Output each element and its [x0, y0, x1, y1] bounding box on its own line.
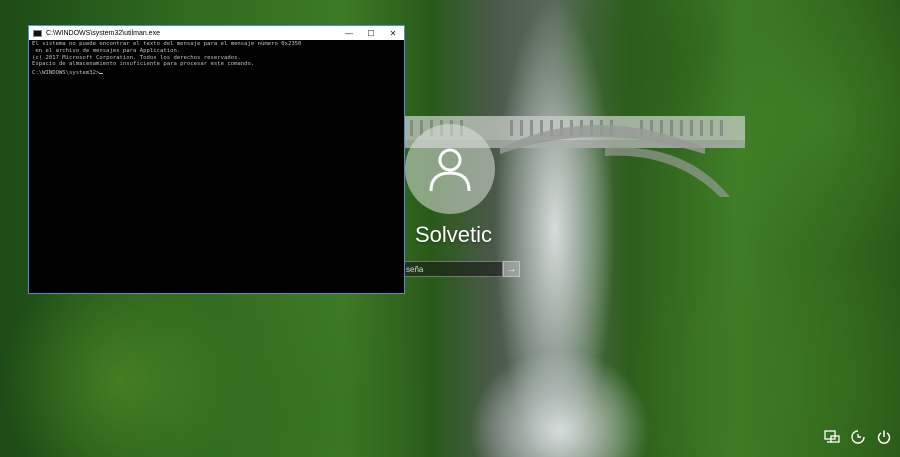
- minimize-button[interactable]: —: [338, 26, 360, 40]
- cmd-icon: [33, 29, 42, 37]
- lock-screen-system-icons: [824, 429, 892, 445]
- console-line: en el archivo de mensajes para Applicati…: [32, 47, 181, 54]
- maximize-button[interactable]: ☐: [360, 26, 382, 40]
- command-prompt-window[interactable]: C:\WINDOWS\system32\utilman.exe — ☐ ✕ El…: [28, 25, 405, 294]
- window-titlebar[interactable]: C:\WINDOWS\system32\utilman.exe — ☐ ✕: [29, 26, 404, 40]
- text-cursor: [99, 68, 104, 75]
- window-title: C:\WINDOWS\system32\utilman.exe: [46, 29, 160, 37]
- submit-arrow-button[interactable]: →: [503, 261, 520, 277]
- network-icon[interactable]: [824, 429, 840, 445]
- user-avatar: [405, 124, 495, 214]
- ease-of-access-icon[interactable]: [850, 429, 866, 445]
- console-prompt: C:\WINDOWS\system32>: [32, 70, 100, 77]
- console-line: (c) 2017 Microsoft Corporation. Todos lo…: [32, 54, 241, 61]
- username-label: Solvetic: [415, 222, 493, 247]
- console-line: El sistema no puede encontrar el texto d…: [32, 41, 302, 47]
- user-icon: [429, 148, 471, 192]
- console-output[interactable]: El sistema no puede encontrar el texto d…: [29, 40, 404, 78]
- close-button[interactable]: ✕: [382, 26, 404, 40]
- power-icon[interactable]: [876, 429, 892, 445]
- password-field[interactable]: seña: [397, 261, 503, 277]
- console-line: Espacio de almacenamiento insuficiente p…: [32, 61, 255, 68]
